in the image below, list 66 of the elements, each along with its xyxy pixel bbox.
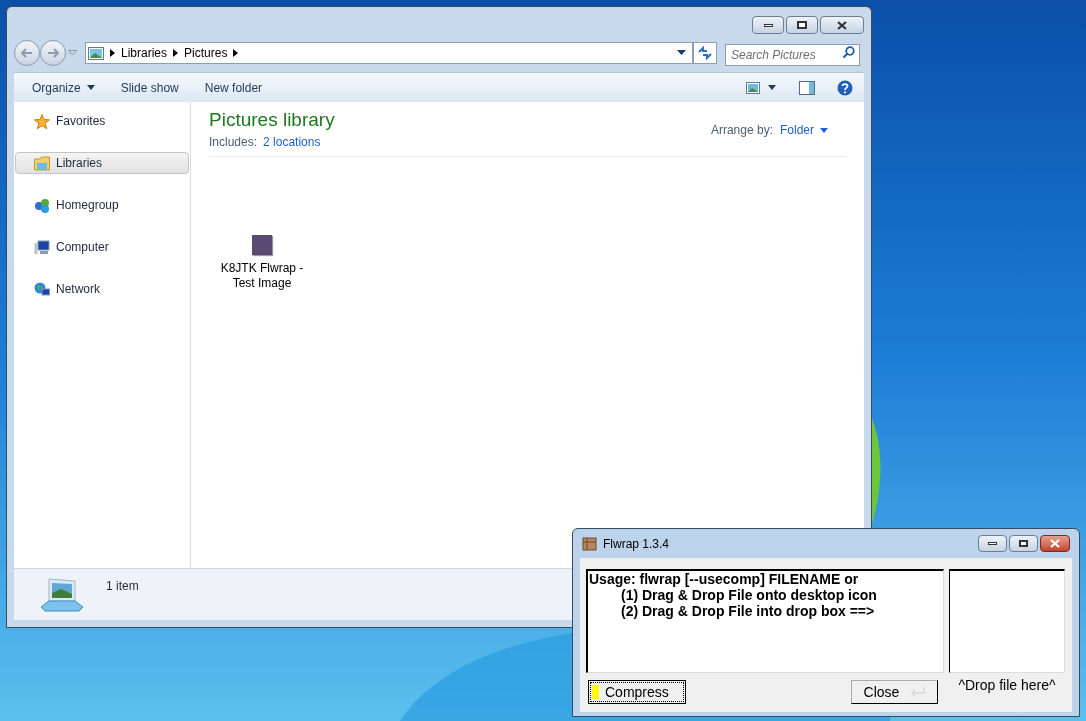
drop-box[interactable] bbox=[949, 569, 1065, 673]
search-field[interactable]: Search Pictures bbox=[725, 44, 860, 66]
breadcrumb-arrow-icon[interactable] bbox=[233, 49, 239, 57]
forward-arrow-icon bbox=[47, 48, 59, 58]
star-icon bbox=[34, 113, 50, 129]
return-arrow-icon bbox=[909, 687, 926, 697]
usage-line: (2) Drag & Drop File into drop box ==> bbox=[620, 603, 876, 619]
folder-icon bbox=[34, 155, 50, 171]
close-button[interactable]: Close bbox=[851, 680, 938, 704]
file-name[interactable]: K8JTK Flwrap - Test Image bbox=[217, 261, 307, 291]
minimize-button[interactable] bbox=[978, 535, 1007, 552]
people-icon bbox=[34, 197, 50, 213]
window-title: Flwrap 1.3.4 bbox=[603, 535, 671, 553]
recent-pages-caret-icon bbox=[68, 50, 77, 56]
close-icon bbox=[837, 20, 847, 30]
maximize-icon bbox=[797, 21, 807, 29]
sidebar-item[interactable]: Homegroup bbox=[15, 194, 189, 216]
maximize-button[interactable] bbox=[1009, 535, 1038, 552]
help-icon bbox=[837, 79, 853, 96]
maximize-icon bbox=[1019, 540, 1028, 547]
search-icon bbox=[842, 46, 855, 59]
minimize-icon bbox=[988, 542, 997, 545]
breadcrumb-arrow-icon[interactable] bbox=[173, 49, 179, 57]
preview-pane-icon bbox=[799, 80, 815, 95]
usage-line: (1) Drag & Drop File onto desktop icon bbox=[620, 587, 878, 603]
breadcrumb-item[interactable]: Libraries bbox=[121, 44, 168, 62]
toolbar-button[interactable]: Organize bbox=[22, 76, 105, 99]
toolbar-button[interactable]: Slide show bbox=[110, 76, 189, 99]
image-thumbnail bbox=[252, 235, 272, 255]
sidebar-item[interactable]: Network bbox=[15, 278, 189, 300]
caret-icon bbox=[820, 127, 828, 133]
computer-icon bbox=[34, 239, 50, 255]
minimize-button[interactable] bbox=[752, 16, 784, 34]
address-bar[interactable]: Libraries Pictures bbox=[85, 42, 693, 64]
minimize-icon bbox=[763, 23, 773, 27]
caret-icon bbox=[86, 85, 95, 90]
caret-icon bbox=[768, 85, 776, 90]
refresh-button[interactable] bbox=[693, 42, 717, 64]
library-title: Pictures library bbox=[209, 108, 335, 132]
sidebar-item[interactable]: Favorites bbox=[15, 110, 189, 132]
globe-computer-icon bbox=[34, 281, 50, 297]
laptop-icon bbox=[39, 577, 85, 613]
box-icon bbox=[582, 536, 597, 551]
drop-box-label: ^Drop file here^ bbox=[957, 676, 1057, 695]
back-arrow-icon bbox=[21, 48, 33, 58]
refresh-icon bbox=[697, 46, 713, 60]
toolbar-button[interactable]: New folder bbox=[194, 76, 273, 99]
sidebar-item[interactable]: Libraries bbox=[15, 152, 189, 174]
close-button[interactable] bbox=[1040, 535, 1070, 552]
usage-text-area[interactable]: Usage: flwrap [--usecomp] FILENAME or (1) Drag & Drop File onto desktop icon (2) Drag & Drop File into drop box ==> bbox=[586, 569, 944, 673]
view-thumbnail-icon bbox=[746, 81, 760, 94]
pictures-library-icon bbox=[88, 46, 104, 60]
item-count: 1 item bbox=[106, 578, 139, 595]
locations-link[interactable]: 2 locations bbox=[263, 133, 321, 151]
maximize-button[interactable] bbox=[786, 16, 818, 34]
breadcrumb-item[interactable]: Pictures bbox=[184, 44, 228, 62]
close-button[interactable] bbox=[820, 16, 864, 34]
usage-line: Usage: flwrap [--usecomp] FILENAME or bbox=[589, 571, 860, 587]
includes-label: Includes: bbox=[209, 134, 258, 151]
arrange-by-label: Arrange by: bbox=[710, 122, 773, 139]
close-icon bbox=[1050, 539, 1060, 548]
dropdown-caret-icon[interactable] bbox=[677, 50, 686, 56]
breadcrumb-arrow-icon[interactable] bbox=[110, 49, 115, 57]
arrange-by-dropdown[interactable]: Folder bbox=[780, 121, 828, 139]
sidebar-item[interactable]: Computer bbox=[15, 236, 189, 258]
compress-button[interactable]: Compress bbox=[588, 680, 686, 704]
